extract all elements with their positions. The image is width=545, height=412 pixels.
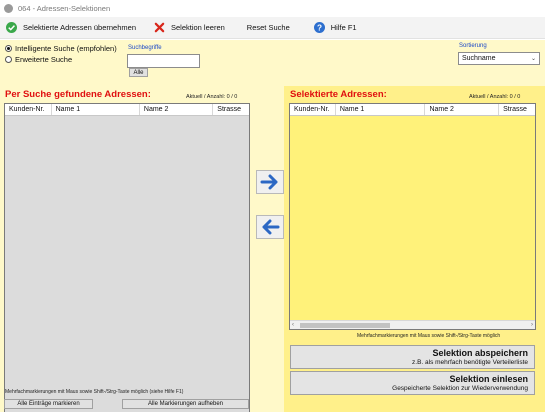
extended-search-option[interactable]: Erweiterte Suche (5, 55, 72, 64)
found-count: Aktuell / Anzahl: 0 / 0 (186, 94, 238, 100)
col-header-strasse[interactable]: Strasse (499, 104, 535, 115)
search-terms-label: Suchbegriffe (128, 45, 162, 51)
load-selection-title: Selektion einlesen (449, 374, 528, 384)
accept-selection-button[interactable]: Selektierte Adressen übernehmen (0, 18, 142, 38)
selected-addresses-title: Selektierte Adressen: (290, 89, 387, 100)
search-terms-input[interactable] (127, 54, 200, 68)
sort-label: Sortierung (459, 43, 487, 49)
save-selection-title: Selektion abspeichern (432, 348, 528, 358)
scroll-right-icon[interactable]: › (531, 321, 533, 330)
col-header-kunden-nr[interactable]: Kunden-Nr. (290, 104, 336, 115)
add-to-selection-button[interactable] (256, 170, 284, 194)
save-selection-button[interactable]: Selektion abspeichern z.B. als mehrfach … (290, 345, 535, 369)
right-hint: Mehrfachmarkierungen mit Maus sowie Shif… (357, 333, 501, 339)
reset-search-button[interactable]: Reset Suche (241, 18, 296, 38)
scroll-left-icon[interactable]: ‹ (292, 321, 294, 330)
grid-header: Kunden-Nr. Name 1 Name 2 Strasse (290, 104, 535, 116)
toolbar: Selektierte Adressen übernehmen Selektio… (0, 17, 545, 39)
col-header-strasse[interactable]: Strasse (213, 104, 249, 115)
col-header-name1[interactable]: Name 1 (52, 104, 140, 115)
selected-addresses-grid[interactable]: Kunden-Nr. Name 1 Name 2 Strasse ‹ › (289, 103, 536, 330)
accept-selection-label: Selektierte Adressen übernehmen (23, 23, 136, 32)
load-selection-subtitle: Gespeicherte Selektion zur Wiederverwend… (392, 385, 528, 392)
title-bar: 064 - Adressen-Selektionen (0, 0, 545, 17)
smart-search-option[interactable]: Intelligente Suche (empfohlen) (5, 44, 117, 53)
help-icon: ? (313, 22, 325, 33)
remove-from-selection-button[interactable] (256, 215, 284, 239)
found-addresses-grid[interactable]: Kunden-Nr. Name 1 Name 2 Strasse ‹ › (4, 103, 250, 412)
app-icon (4, 4, 13, 13)
extended-search-label: Erweiterte Suche (15, 55, 73, 64)
unmark-all-button[interactable]: Alle Markierungen aufheben (122, 399, 249, 409)
help-button[interactable]: ? Hilfe F1 (308, 18, 363, 38)
col-header-name2[interactable]: Name 2 (425, 104, 500, 115)
clear-selection-button[interactable]: Selektion leeren (148, 18, 231, 38)
col-header-name1[interactable]: Name 1 (336, 104, 426, 115)
help-label: Hilfe F1 (330, 23, 357, 32)
sort-select[interactable]: Suchname ⌄ (458, 52, 540, 65)
clear-selection-label: Selektion leeren (171, 23, 225, 32)
selected-panel: Selektierte Adressen: Aktuell / Anzahl: … (284, 86, 545, 412)
checkmark-icon (6, 22, 17, 33)
radio-unselected[interactable] (5, 56, 12, 63)
selected-count: Aktuell / Anzahl: 0 / 0 (469, 94, 521, 100)
smart-search-label: Intelligente Suche (empfohlen) (15, 44, 117, 53)
arrow-left-icon (262, 219, 280, 235)
col-header-name2[interactable]: Name 2 (140, 104, 214, 115)
svg-text:?: ? (317, 23, 322, 32)
close-icon (154, 22, 165, 33)
sort-value: Suchname (462, 55, 496, 62)
reset-search-label: Reset Suche (246, 23, 290, 32)
col-header-kunden-nr[interactable]: Kunden-Nr. (5, 104, 52, 115)
arrow-right-icon (260, 174, 278, 190)
radio-selected[interactable] (5, 45, 12, 52)
grid-header: Kunden-Nr. Name 1 Name 2 Strasse (5, 104, 249, 116)
window-title: 064 - Adressen-Selektionen (18, 4, 111, 13)
found-addresses-title: Per Suche gefundene Adressen: (5, 89, 151, 100)
scrollbar-thumb[interactable] (300, 323, 390, 328)
chevron-down-icon: ⌄ (530, 56, 536, 62)
horizontal-scrollbar[interactable]: ‹ › (290, 320, 535, 329)
left-hint: Mehrfachmarkierungen mit Maus sowie Shif… (5, 389, 184, 395)
mark-all-button[interactable]: Alle Einträge markieren (4, 399, 93, 409)
save-selection-subtitle: z.B. als mehrfach benötigte Verteilerlis… (412, 359, 528, 366)
main-area: Intelligente Suche (empfohlen) Erweitert… (0, 40, 545, 412)
all-button[interactable]: Alle (129, 68, 148, 77)
load-selection-button[interactable]: Selektion einlesen Gespeicherte Selektio… (290, 371, 535, 395)
